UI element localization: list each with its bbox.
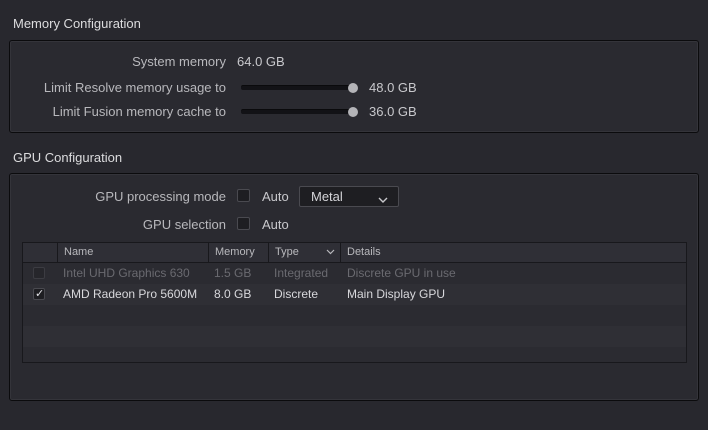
chevron-down-icon [378, 192, 388, 207]
system-memory-label: System memory [132, 54, 226, 69]
memory-config-title: Memory Configuration [13, 16, 141, 31]
gpu-table-header-name[interactable]: Name [57, 243, 208, 262]
fusion-cache-limit-slider-handle[interactable] [348, 107, 358, 117]
gpu-table: Name Memory Type Details Intel UHD Graph… [22, 242, 687, 363]
fusion-cache-limit-value: 36.0 GB [369, 104, 417, 119]
resolve-memory-limit-slider-handle[interactable] [348, 83, 358, 93]
gpu-details-cell: Main Display GPU [347, 287, 446, 301]
gpu-table-header-memory[interactable]: Memory [208, 243, 268, 262]
gpu-processing-mode-select[interactable]: Metal [299, 186, 399, 207]
gpu-selection-auto-checkbox[interactable] [237, 217, 250, 230]
system-memory-value: 64.0 GB [237, 54, 285, 69]
resolve-memory-limit-slider[interactable] [241, 83, 358, 93]
resolve-memory-limit-label: Limit Resolve memory usage to [43, 80, 226, 95]
fusion-cache-limit-slider[interactable] [241, 107, 358, 117]
chevron-down-icon [326, 243, 335, 262]
fusion-cache-limit-label: Limit Fusion memory cache to [52, 104, 226, 119]
gpu-table-header-details[interactable]: Details [340, 243, 686, 262]
resolve-memory-limit-value: 48.0 GB [369, 80, 417, 95]
gpu-table-header-type-label: Type [275, 246, 299, 258]
gpu-row-checkbox[interactable] [33, 267, 45, 279]
gpu-selection-label: GPU selection [142, 217, 226, 232]
gpu-type-cell: Discrete [274, 287, 319, 301]
checkmark-icon: ✓ [35, 288, 45, 300]
gpu-name-cell: Intel UHD Graphics 630 [63, 266, 190, 280]
gpu-table-row[interactable]: Intel UHD Graphics 630 1.5 GB Integrated… [23, 263, 686, 284]
gpu-table-header-type[interactable]: Type [268, 243, 340, 262]
gpu-type-cell: Integrated [274, 266, 329, 280]
gpu-table-empty-row [23, 305, 686, 326]
gpu-memory-cell: 1.5 GB [214, 266, 252, 280]
gpu-table-header-select[interactable] [23, 243, 57, 262]
gpu-memory-cell: 8.0 GB [214, 287, 252, 301]
gpu-row-checkbox[interactable]: ✓ [33, 288, 45, 300]
gpu-table-header: Name Memory Type Details [23, 243, 686, 263]
gpu-table-row[interactable]: ✓ AMD Radeon Pro 5600M 8.0 GB Discrete M… [23, 284, 686, 305]
gpu-processing-mode-auto-checkbox[interactable] [237, 189, 250, 202]
gpu-processing-mode-selected-value: Metal [311, 189, 343, 204]
gpu-processing-mode-label: GPU processing mode [95, 189, 226, 204]
gpu-details-cell: Discrete GPU in use [347, 266, 456, 280]
gpu-processing-mode-auto-label: Auto [262, 189, 289, 204]
gpu-table-empty-row [23, 326, 686, 347]
gpu-selection-auto-label: Auto [262, 217, 289, 232]
gpu-name-cell: AMD Radeon Pro 5600M [63, 287, 198, 301]
gpu-config-title: GPU Configuration [13, 150, 123, 165]
